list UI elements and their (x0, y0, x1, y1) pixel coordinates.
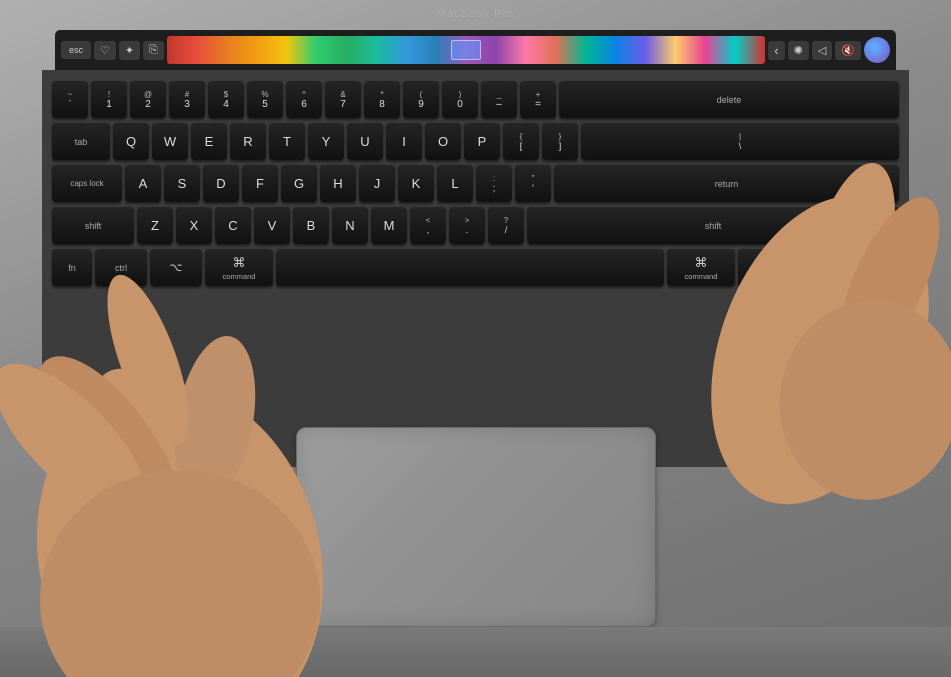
key-e[interactable]: E (191, 122, 227, 160)
laptop-bottom-edge (0, 627, 951, 677)
key-2[interactable]: @ 2 (130, 80, 166, 118)
key-m[interactable]: M (371, 206, 407, 244)
key-w[interactable]: W (152, 122, 188, 160)
key-h[interactable]: H (320, 164, 356, 202)
key-period[interactable]: > . (449, 206, 485, 244)
key-4[interactable]: $ 4 (208, 80, 244, 118)
key-t[interactable]: T (269, 122, 305, 160)
key-return[interactable]: return (554, 164, 899, 202)
tb-wand-icon[interactable]: ✦ (119, 41, 140, 60)
esc-key[interactable]: esc (61, 41, 91, 59)
key-command-right[interactable]: ⌘ command (667, 248, 735, 286)
tb-volume-icon[interactable]: ◁ (812, 41, 832, 60)
tb-copy-icon[interactable]: ⎘ (143, 41, 164, 60)
touch-bar: esc ♡ ✦ ⎘ ‹ ✺ ◁ 🔇 (55, 30, 896, 70)
trackpad[interactable] (296, 427, 656, 627)
key-shift-left[interactable]: shift (52, 206, 134, 244)
key-n[interactable]: N (332, 206, 368, 244)
key-minus[interactable]: _ – (481, 80, 517, 118)
key-5[interactable]: % 5 (247, 80, 283, 118)
key-1[interactable]: ! 1 (91, 80, 127, 118)
key-option-left[interactable]: ⌥ (150, 248, 202, 286)
key-3[interactable]: # 3 (169, 80, 205, 118)
key-d[interactable]: D (203, 164, 239, 202)
key-v[interactable]: V (254, 206, 290, 244)
key-f[interactable]: F (242, 164, 278, 202)
key-slash[interactable]: ? / (488, 206, 524, 244)
key-tab[interactable]: tab (52, 122, 110, 160)
key-u[interactable]: U (347, 122, 383, 160)
tb-mute-icon[interactable]: 🔇 (835, 41, 861, 60)
key-option-right[interactable]: ⌥ option (738, 248, 790, 286)
key-8[interactable]: * 8 (364, 80, 400, 118)
key-arrow-up[interactable]: ▲ (829, 249, 863, 266)
key-p[interactable]: P (464, 122, 500, 160)
key-arrow-down[interactable]: ▼ (829, 268, 863, 285)
key-i[interactable]: I (386, 122, 422, 160)
key-k[interactable]: K (398, 164, 434, 202)
key-6[interactable]: ^ 6 (286, 80, 322, 118)
macbook-label: MacBook Pro (437, 8, 514, 20)
key-7[interactable]: & 7 (325, 80, 361, 118)
key-9[interactable]: ( 9 (403, 80, 439, 118)
key-0[interactable]: ) 0 (442, 80, 478, 118)
key-grave[interactable]: ~ ` (52, 80, 88, 118)
key-o[interactable]: O (425, 122, 461, 160)
key-arrow-right[interactable]: ▶ (865, 259, 899, 276)
key-j[interactable]: J (359, 164, 395, 202)
number-row: ~ ` ! 1 @ 2 # 3 $ 4 % 5 (52, 80, 899, 118)
key-s[interactable]: S (164, 164, 200, 202)
qwerty-row: tab Q W E R T Y U I O P { [ } ] | \ (52, 122, 899, 160)
tb-siri-icon[interactable] (864, 37, 890, 63)
key-r[interactable]: R (230, 122, 266, 160)
key-comma[interactable]: < , (410, 206, 446, 244)
key-l[interactable]: L (437, 164, 473, 202)
tb-back-icon[interactable]: ‹ (768, 41, 784, 60)
key-backslash[interactable]: | \ (581, 122, 899, 160)
key-c[interactable]: C (215, 206, 251, 244)
key-shift-right[interactable]: shift (527, 206, 899, 244)
key-b[interactable]: B (293, 206, 329, 244)
key-quote[interactable]: " ' (515, 164, 551, 202)
tb-brightness-icon[interactable]: ✺ (788, 41, 809, 60)
zxcv-row: shift Z X C V B N M < , > . ? / shift (52, 206, 899, 244)
key-delete[interactable]: delete (559, 80, 899, 118)
key-command-left[interactable]: ⌘ command (205, 248, 273, 286)
key-bracket-left[interactable]: { [ (503, 122, 539, 160)
tb-heart-icon[interactable]: ♡ (94, 41, 116, 60)
key-a[interactable]: A (125, 164, 161, 202)
key-equals[interactable]: + = (520, 80, 556, 118)
keyboard-bezel: ~ ` ! 1 @ 2 # 3 $ 4 % 5 (42, 70, 909, 467)
arrow-keys: ◀ ▲ ▼ ▶ (793, 248, 899, 286)
key-space[interactable] (276, 248, 664, 286)
key-z[interactable]: Z (137, 206, 173, 244)
key-arrow-left[interactable]: ◀ (793, 259, 827, 276)
bottom-row: fn ctrl ⌥ ⌘ command ⌘ command ⌥ option ◀ (52, 248, 899, 286)
key-semicolon[interactable]: : ; (476, 164, 512, 202)
laptop-body: MacBook Pro esc ♡ ✦ ⎘ ‹ ✺ ◁ 🔇 ~ ` ! 1 (0, 0, 951, 677)
key-fn[interactable]: fn (52, 248, 92, 286)
key-bracket-right[interactable]: } ] (542, 122, 578, 160)
asdf-row: caps lock A S D F G H J K L : ; " ' retu… (52, 164, 899, 202)
tb-color-strip (167, 36, 765, 64)
key-ctrl[interactable]: ctrl (95, 248, 147, 286)
key-x[interactable]: X (176, 206, 212, 244)
key-arrow-up-down: ▲ ▼ (829, 249, 863, 285)
key-caps-lock[interactable]: caps lock (52, 164, 122, 202)
key-q[interactable]: Q (113, 122, 149, 160)
key-g[interactable]: G (281, 164, 317, 202)
key-y[interactable]: Y (308, 122, 344, 160)
